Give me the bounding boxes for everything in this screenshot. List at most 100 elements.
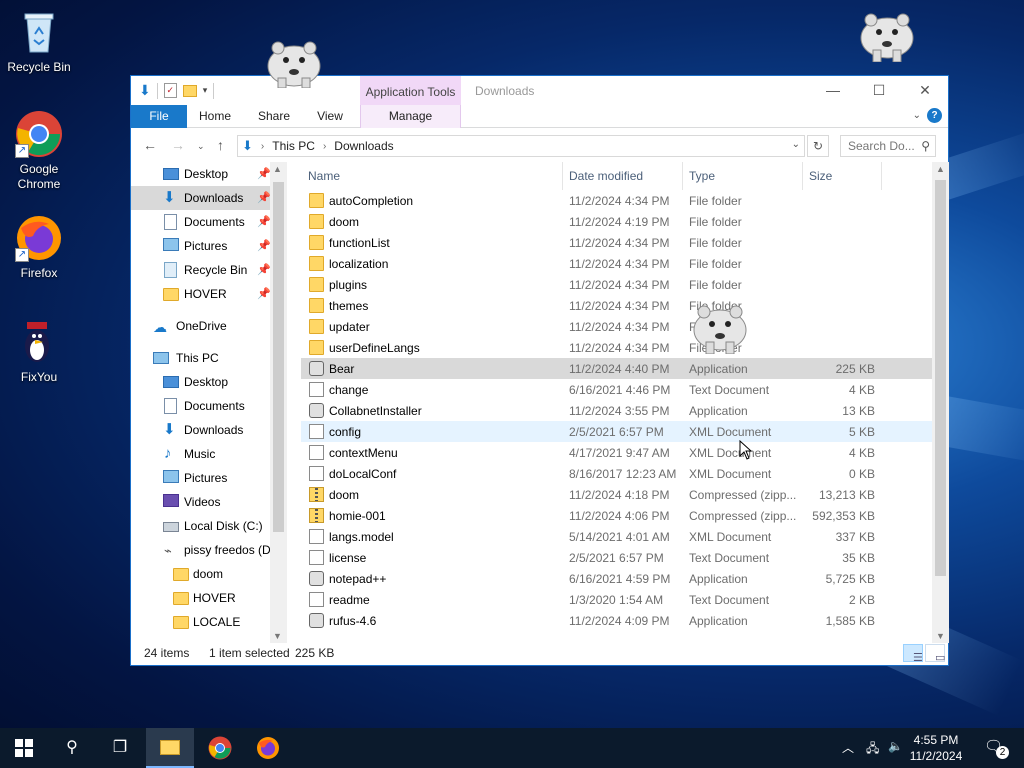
file-scroll-thumb[interactable] — [935, 180, 946, 576]
file-row[interactable]: userDefineLangs11/2/2024 4:34 PMFile fol… — [301, 337, 948, 358]
taskbar-chrome[interactable] — [196, 728, 244, 768]
file-row[interactable]: functionList 11/2/2024 4:34 PM File folder — [301, 232, 948, 253]
nav-item-documents[interactable]: Documents 📌 — [131, 210, 287, 234]
properties-icon[interactable]: ✓ — [163, 83, 177, 98]
expand-ribbon-icon[interactable]: ⌄ — [913, 110, 921, 121]
file-row[interactable]: Bear 11/2/2024 4:40 PM Application 225 KB — [301, 358, 948, 379]
nav-item-desktop[interactable]: Desktop 📌 — [131, 162, 287, 186]
minimize-button[interactable]: — — [810, 76, 856, 105]
new-folder-icon[interactable] — [182, 84, 197, 97]
details-view-button[interactable]: ☰ — [903, 644, 923, 664]
network-icon[interactable]: 🖧 — [866, 739, 879, 760]
file-row[interactable]: doom 11/2/2024 4:19 PM File folder — [301, 211, 948, 232]
scroll-down-icon[interactable]: ▼ — [936, 631, 945, 641]
file-row[interactable]: homie-001 11/2/2024 4:06 PM Compressed (zi… — [301, 505, 948, 526]
tab-manage[interactable]: Manage — [360, 105, 461, 128]
forward-button[interactable]: → — [171, 137, 185, 153]
nav-item-d-locale[interactable]: LOCALE — [131, 610, 287, 634]
desktop-icon-firefox[interactable]: ↗ Firefox — [0, 214, 78, 281]
file-row[interactable]: langs.model 5/14/2021 4:01 AM XML Document… — [301, 526, 948, 547]
nav-item-pictures[interactable]: Pictures 📌 — [131, 234, 287, 258]
nav-item-pc-music[interactable]: ♪ Music — [131, 442, 287, 466]
recycle-bin-icon — [15, 8, 63, 56]
nav-item-onedrive[interactable]: ☁ OneDrive — [131, 314, 287, 338]
tab-view[interactable]: View — [309, 105, 351, 128]
taskbar-file-explorer[interactable] — [146, 728, 194, 768]
nav-item-pc-pictures[interactable]: Pictures — [131, 466, 287, 490]
nav-item-local-disk[interactable]: Local Disk (C:) — [131, 514, 287, 538]
scroll-up-icon[interactable]: ▲ — [273, 164, 282, 174]
search-input[interactable]: Search Do... ⚲ — [840, 135, 936, 157]
nav-item-pc-downloads[interactable]: ⬇ Downloads — [131, 418, 287, 442]
nav-item-this-pc[interactable]: This PC — [131, 346, 287, 370]
column-size[interactable]: Size — [809, 169, 832, 183]
polar-bear-sprite[interactable] — [690, 302, 750, 354]
nav-scroll-thumb[interactable] — [273, 182, 284, 532]
nav-item-downloads[interactable]: ⬇ Downloads 📌 — [131, 186, 287, 210]
column-type[interactable]: Type — [689, 169, 715, 183]
address-bar[interactable]: ⬇ › This PC › Downloads ⌄ — [237, 135, 805, 157]
scroll-down-icon[interactable]: ▼ — [273, 631, 282, 641]
start-button[interactable] — [0, 728, 48, 768]
close-button[interactable]: ✕ — [902, 76, 948, 105]
file-row[interactable]: themes 11/2/2024 4:34 PM File folder — [301, 295, 948, 316]
nav-item-pc-documents[interactable]: Documents — [131, 394, 287, 418]
nav-item-pc-desktop[interactable]: Desktop — [131, 370, 287, 394]
back-button[interactable]: ← — [143, 137, 157, 153]
nav-pane-scrollbar[interactable]: ▲ ▼ — [270, 162, 287, 643]
task-view-button[interactable]: ❐ — [96, 728, 144, 768]
file-row[interactable]: license 2/5/2021 6:57 PM Text Document 35 K… — [301, 547, 948, 568]
address-dropdown-icon[interactable]: ⌄ — [792, 139, 800, 150]
file-row[interactable]: rufus-4.6 11/2/2024 4:09 PM Application 1,5… — [301, 610, 948, 631]
help-icon[interactable]: ? — [927, 108, 942, 123]
tab-home[interactable]: Home — [193, 105, 237, 128]
nav-item-recycle-bin[interactable]: Recycle Bin 📌 — [131, 258, 287, 282]
volume-icon[interactable]: 🔈 — [888, 739, 903, 753]
file-row[interactable]: localization 11/2/2024 4:34 PM File folder — [301, 253, 948, 274]
desktop-icon-recycle-bin[interactable]: Recycle Bin — [0, 8, 78, 75]
file-row[interactable]: autoCompletion 11/2/2024 4:34 PM File fold… — [301, 190, 948, 211]
nav-item-hover[interactable]: HOVER 📌 — [131, 282, 287, 306]
search-button[interactable]: ⚲ — [48, 728, 96, 768]
file-row[interactable]: change 6/16/2021 4:46 PM Text Document 4 KB — [301, 379, 948, 400]
file-row[interactable]: doom 11/2/2024 4:18 PM Compressed (zipp...… — [301, 484, 948, 505]
nav-item-d-hover[interactable]: HOVER — [131, 586, 287, 610]
breadcrumb-downloads[interactable]: Downloads — [334, 139, 393, 153]
file-list-scrollbar[interactable]: ▲ ▼ — [932, 162, 949, 643]
file-row[interactable]: CollabnetInstaller 11/2/2024 3:55 PM Appli… — [301, 400, 948, 421]
file-row[interactable]: updater11/2/2024 4:34 PMFile folder — [301, 316, 948, 337]
polar-bear-sprite[interactable] — [857, 10, 917, 62]
folder-icon — [309, 277, 324, 292]
taskbar: ⚲ ❐ ︿ 🖧 🔈 4:55 PM 11/2/2024 🗨 2 — [0, 728, 1024, 768]
desktop-icon-fixyou[interactable]: FixYou — [0, 318, 78, 385]
polar-bear-sprite[interactable] — [264, 36, 324, 88]
file-row[interactable]: config 2/5/2021 6:57 PM XML Document 5 KB — [301, 421, 948, 442]
scroll-up-icon[interactable]: ▲ — [936, 164, 945, 174]
file-row[interactable]: plugins 11/2/2024 4:34 PM File folder — [301, 274, 948, 295]
large-icons-view-button[interactable]: ▭ — [925, 644, 945, 664]
tab-share[interactable]: Share — [251, 105, 297, 128]
breadcrumb-this-pc[interactable]: This PC — [272, 139, 315, 153]
customize-qat-icon[interactable]: ▾ — [203, 85, 208, 96]
column-date-modified[interactable]: Date modified — [569, 169, 643, 183]
refresh-button[interactable]: ↻ — [807, 135, 829, 157]
nav-item-pc-videos[interactable]: Videos — [131, 490, 287, 514]
clock[interactable]: 4:55 PM 11/2/2024 — [906, 732, 966, 764]
taskbar-firefox[interactable] — [244, 728, 292, 768]
up-button[interactable]: ↑ — [217, 137, 224, 153]
nav-item-drive-d[interactable]: ⌁ pissy freedos (D: — [131, 538, 287, 562]
file-row[interactable]: notepad++ 6/16/2021 4:59 PM Application 5,7… — [301, 568, 948, 589]
file-row[interactable]: contextMenu 4/17/2021 9:47 AM XML Document… — [301, 442, 948, 463]
column-name[interactable]: Name — [308, 169, 340, 183]
file-type: File folder — [689, 278, 742, 292]
tab-file[interactable]: File — [131, 105, 187, 128]
desktop-icon-google-chrome[interactable]: ↗ Google Chrome — [0, 110, 78, 192]
file-row[interactable]: readme 1/3/2020 1:54 AM Text Document 2 KB — [301, 589, 948, 610]
address-row: ← → ⌄ ↑ ⬇ › This PC › Downloads ⌄ ↻ Sear… — [131, 128, 948, 162]
file-row[interactable]: doLocalConf 8/16/2017 12:23 AM XML Documen… — [301, 463, 948, 484]
show-hidden-icons-icon[interactable]: ︿ — [842, 739, 854, 756]
nav-item-d-doom[interactable]: doom — [131, 562, 287, 586]
maximize-button[interactable]: ☐ — [856, 76, 902, 105]
down-arrow-icon[interactable]: ⬇ — [139, 82, 151, 99]
recent-locations-button[interactable]: ⌄ — [197, 141, 205, 152]
